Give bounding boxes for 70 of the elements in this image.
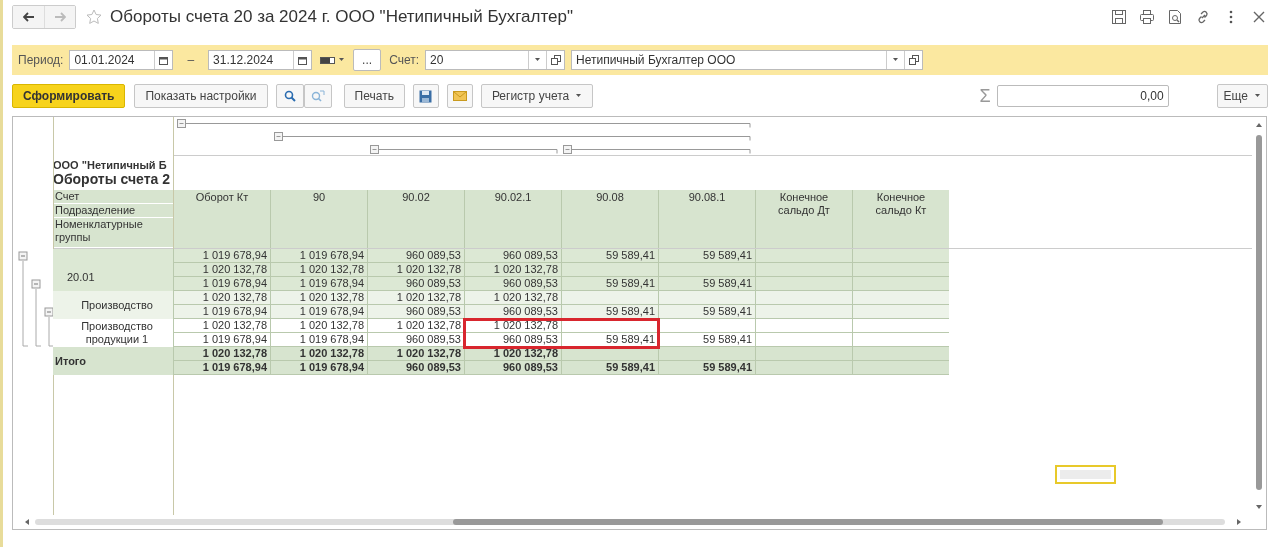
generate-button[interactable]: Сформировать — [12, 84, 126, 108]
column-header: 90.08 — [561, 190, 658, 248]
column-header: 90.02.1 — [464, 190, 561, 248]
column-header: 90.08.1 — [658, 190, 755, 248]
table-cell: 960 089,53 — [464, 305, 561, 319]
table-cell: 960 089,53 — [367, 361, 464, 375]
more-menu-button[interactable]: Еще — [1216, 84, 1268, 108]
column-header: 90 — [270, 190, 367, 248]
calendar-icon — [298, 55, 308, 65]
caret-icon — [575, 94, 583, 98]
row-label: Производство — [53, 291, 173, 319]
collapse-toggle[interactable] — [18, 251, 29, 347]
caret-icon — [892, 58, 899, 62]
calendar-icon — [159, 55, 169, 65]
select-period-button[interactable]: ... — [353, 49, 382, 71]
table-cell: 960 089,53 — [464, 361, 561, 375]
column-header: Конечное сальдо Дт — [755, 190, 852, 248]
row-header: Подразделение — [53, 204, 173, 218]
forward-arrow-icon — [54, 12, 66, 22]
row-label: Итого — [53, 347, 173, 375]
star-icon[interactable] — [86, 9, 102, 25]
preview-icon[interactable] — [1166, 8, 1184, 26]
organization-field[interactable]: Нетипичный Бухгалтер ООО — [571, 50, 923, 70]
caret-icon — [338, 58, 346, 62]
column-header: Оборот Кт — [173, 190, 270, 248]
save-icon[interactable] — [1110, 8, 1128, 26]
caret-icon — [534, 58, 541, 62]
row-header: Номенклатурные группы — [53, 218, 173, 248]
collapse-toggle[interactable] — [31, 279, 42, 347]
date-to-field[interactable]: 31.12.2024 — [208, 50, 313, 70]
open-icon — [550, 55, 561, 65]
caret-icon — [1254, 94, 1261, 98]
table-cell: 59 589,41 — [561, 305, 658, 319]
table-cell: 1 019 678,94 — [270, 361, 367, 375]
register-menu-button[interactable]: Регистр учета — [480, 84, 594, 108]
envelope-icon — [452, 91, 467, 101]
column-header: 90.02 — [367, 190, 464, 248]
period-bar-icon — [320, 56, 337, 64]
back-button[interactable] — [13, 6, 44, 28]
save-button[interactable] — [412, 84, 439, 108]
window-title: Обороты счета 20 за 2024 г. ООО "Нетипичный Бухгалтер" — [110, 7, 574, 27]
account-field[interactable]: 20 — [425, 50, 565, 70]
table-cell: 59 589,41 — [561, 361, 658, 375]
cell-cursor — [1055, 465, 1116, 484]
toolbar-button[interactable]: Показать настройки — [134, 84, 268, 108]
toolbar-button[interactable]: Печать — [343, 84, 405, 108]
dash-separator: – — [187, 53, 195, 67]
company-name: ООО "Нетипичный Б — [53, 159, 168, 171]
back-arrow-icon — [22, 12, 35, 22]
table-cell: 960 089,53 — [464, 333, 561, 347]
print-icon[interactable] — [1138, 8, 1156, 26]
column-header: Конечное сальдо Кт — [852, 190, 949, 248]
search-button[interactable] — [275, 84, 304, 108]
collapse-toggle[interactable] — [44, 307, 53, 347]
search-arrow-icon — [310, 90, 325, 102]
report-title: Обороты счета 2 — [53, 171, 172, 187]
row-header: Счет — [53, 190, 173, 204]
row-label: 20.01 — [53, 263, 173, 291]
floppy-icon — [419, 89, 433, 103]
account-label: Счет: — [389, 53, 419, 67]
table-cell: 59 589,41 — [561, 333, 658, 347]
table-cell: 59 589,41 — [658, 361, 755, 375]
period-label: Период: — [18, 53, 64, 67]
search-icon — [283, 90, 296, 102]
date-from-field[interactable]: 01.01.2024 — [69, 50, 174, 70]
sum-field[interactable]: 0,00 — [996, 85, 1169, 107]
open-icon — [908, 55, 919, 65]
sum-icon: Σ — [979, 85, 991, 107]
table-cell: 1 019 678,94 — [173, 361, 270, 375]
email-button[interactable] — [446, 84, 473, 108]
